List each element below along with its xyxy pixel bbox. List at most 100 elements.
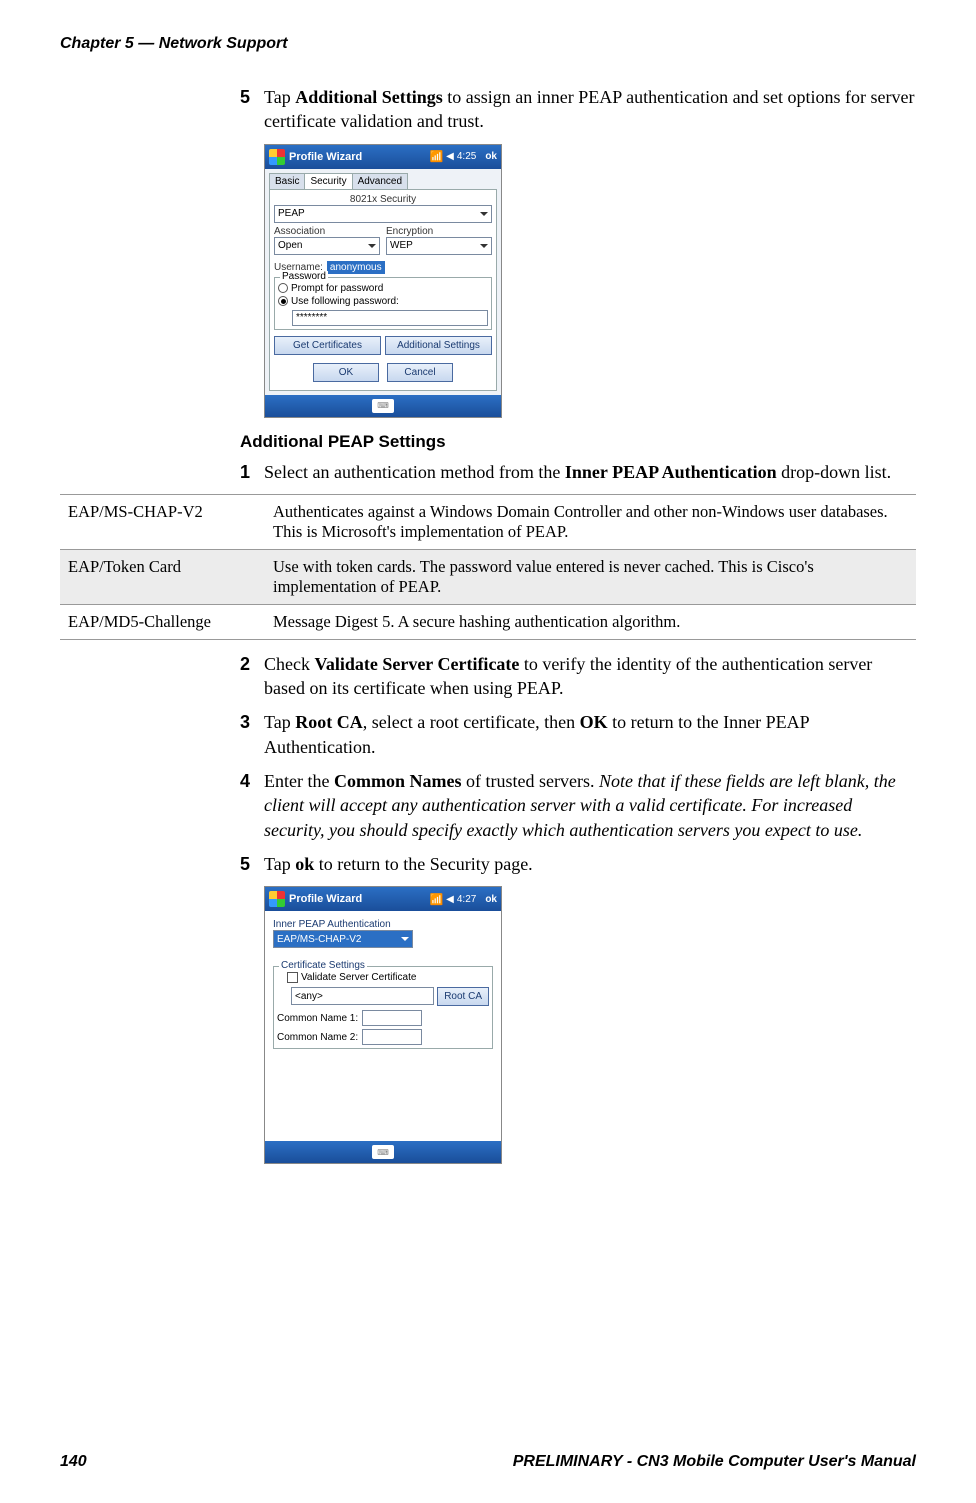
- desc-cell: Use with token cards. The password value…: [265, 549, 916, 604]
- cn1-label: Common Name 1:: [277, 1013, 358, 1024]
- tab-row: Basic Security Advanced: [269, 173, 497, 189]
- bold-term: Common Names: [334, 771, 462, 791]
- validate-check-row[interactable]: Validate Server Certificate: [287, 972, 489, 983]
- additional-peap-heading: Additional PEAP Settings: [240, 432, 916, 452]
- inner-peap-select[interactable]: EAP/MS-CHAP-V2: [273, 930, 413, 948]
- window-body: Inner PEAP Authentication EAP/MS-CHAP-V2…: [265, 911, 501, 1141]
- status-area: 📶 ◀ 4:27 ok: [429, 893, 497, 906]
- assoc-enc-row: Association Open Encryption WEP: [274, 226, 492, 255]
- bold-term: Inner PEAP Authentication: [565, 462, 777, 482]
- validate-label: Validate Server Certificate: [301, 972, 416, 983]
- keyboard-icon[interactable]: ⌨: [372, 399, 394, 413]
- assoc-col: Association Open: [274, 226, 380, 255]
- prompt-radio-row[interactable]: Prompt for password: [278, 283, 488, 294]
- step-text: Select an authentication method from the…: [264, 460, 916, 484]
- page-content: 5 Tap Additional Settings to assign an i…: [60, 85, 916, 1178]
- screenshot-1-container: Profile Wizard 📶 ◀ 4:25 ok Basic Securit…: [264, 144, 916, 418]
- step-number: 4: [240, 769, 264, 842]
- method-cell: EAP/MS-CHAP-V2: [60, 494, 265, 549]
- enc-col: Encryption WEP: [386, 226, 492, 255]
- additional-settings-button[interactable]: Additional Settings: [385, 336, 492, 355]
- encryption-label: Encryption: [386, 226, 492, 237]
- radio-unchecked-icon: [278, 283, 288, 293]
- cancel-button[interactable]: Cancel: [387, 363, 453, 382]
- window-body: Basic Security Advanced 8021x Security P…: [265, 169, 501, 395]
- tab-basic[interactable]: Basic: [269, 173, 305, 189]
- clock: 4:27: [457, 894, 476, 905]
- auth-method-table: EAP/MS-CHAP-V2 Authenticates against a W…: [60, 494, 916, 640]
- inner-peap-label: Inner PEAP Authentication: [273, 919, 493, 930]
- status-area: 📶 ◀ 4:25 ok: [429, 150, 497, 163]
- bold-term: Additional Settings: [295, 87, 443, 107]
- usepwd-radio-row[interactable]: Use following password:: [278, 296, 488, 307]
- password-input[interactable]: ********: [292, 310, 488, 326]
- step-number: 5: [240, 85, 264, 134]
- page-footer: 140 PRELIMINARY - CN3 Mobile Computer Us…: [60, 1453, 916, 1471]
- text: Enter the: [264, 771, 334, 791]
- get-certificates-button[interactable]: Get Certificates: [274, 336, 381, 355]
- select-value: Open: [278, 240, 302, 251]
- rootca-value[interactable]: <any>: [291, 987, 434, 1005]
- screenshot-2-container: Profile Wizard 📶 ◀ 4:27 ok Inner PEAP Au…: [264, 886, 916, 1164]
- cn1-input[interactable]: [362, 1010, 422, 1026]
- select-value: WEP: [390, 240, 413, 251]
- signal-icon: 📶: [429, 150, 443, 163]
- step-text: Tap ok to return to the Security page.: [264, 852, 916, 876]
- bottom-bar: ⌨: [265, 395, 501, 417]
- ok-softkey[interactable]: ok: [485, 151, 497, 162]
- usepwd-label: Use following password:: [291, 296, 399, 307]
- radio-checked-icon: [278, 296, 288, 306]
- certificate-fieldset: Certificate Settings Validate Server Cer…: [273, 966, 493, 1049]
- ok-softkey[interactable]: ok: [485, 894, 497, 905]
- association-select[interactable]: Open: [274, 237, 380, 255]
- step-text: Check Validate Server Certificate to ver…: [264, 652, 916, 701]
- manual-title: PRELIMINARY - CN3 Mobile Computer User's…: [513, 1453, 916, 1471]
- method-cell: EAP/MD5-Challenge: [60, 604, 265, 639]
- cn1-row: Common Name 1:: [277, 1010, 489, 1026]
- bold-term: Validate Server Certificate: [314, 654, 519, 674]
- rootca-button[interactable]: Root CA: [437, 987, 489, 1006]
- table-row: EAP/MS-CHAP-V2 Authenticates against a W…: [60, 494, 916, 549]
- text: to return to the Security page.: [314, 854, 532, 874]
- step-number: 2: [240, 652, 264, 701]
- signal-icon: 📶: [429, 893, 443, 906]
- table-row: EAP/MD5-Challenge Message Digest 5. A se…: [60, 604, 916, 639]
- cert-button-row: Get Certificates Additional Settings: [274, 336, 492, 355]
- select-value: EAP/MS-CHAP-V2: [277, 934, 361, 945]
- volume-icon: ◀: [446, 151, 454, 162]
- cn2-row: Common Name 2:: [277, 1029, 489, 1045]
- text: Tap: [264, 712, 295, 732]
- association-label: Association: [274, 226, 380, 237]
- volume-icon: ◀: [446, 894, 454, 905]
- encryption-select[interactable]: WEP: [386, 237, 492, 255]
- step-4: 4 Enter the Common Names of trusted serv…: [240, 769, 916, 842]
- step-text: Enter the Common Names of trusted server…: [264, 769, 916, 842]
- desc-cell: Authenticates against a Windows Domain C…: [265, 494, 916, 549]
- keyboard-icon[interactable]: ⌨: [372, 1145, 394, 1159]
- ok-button[interactable]: OK: [313, 363, 379, 382]
- profile-wizard-screenshot-1: Profile Wizard 📶 ◀ 4:25 ok Basic Securit…: [264, 144, 502, 418]
- bold-term: ok: [295, 854, 314, 874]
- profile-wizard-screenshot-2: Profile Wizard 📶 ◀ 4:27 ok Inner PEAP Au…: [264, 886, 502, 1164]
- security-panel: 8021x Security PEAP Association Open Enc…: [269, 189, 497, 391]
- password-fieldset: Password Prompt for password Use followi…: [274, 277, 492, 330]
- bold-term: Root CA: [295, 712, 363, 732]
- text: , select a root certificate, then: [363, 712, 580, 732]
- clock: 4:25: [457, 151, 476, 162]
- start-flag-icon: [269, 891, 285, 907]
- bold-term: OK: [580, 712, 608, 732]
- certificate-legend: Certificate Settings: [279, 960, 367, 971]
- step-number: 5: [240, 852, 264, 876]
- bottom-bar: ⌨: [265, 1141, 501, 1163]
- page-number: 140: [60, 1453, 87, 1471]
- checkbox-icon: [287, 972, 298, 983]
- step-number: 3: [240, 710, 264, 759]
- method-cell: EAP/Token Card: [60, 549, 265, 604]
- text: drop-down list.: [777, 462, 892, 482]
- tab-security[interactable]: Security: [304, 173, 352, 189]
- cn2-input[interactable]: [362, 1029, 422, 1045]
- 8021x-select[interactable]: PEAP: [274, 205, 492, 223]
- username-value[interactable]: anonymous: [327, 261, 385, 274]
- tab-advanced[interactable]: Advanced: [352, 173, 408, 189]
- select-value: PEAP: [278, 208, 305, 219]
